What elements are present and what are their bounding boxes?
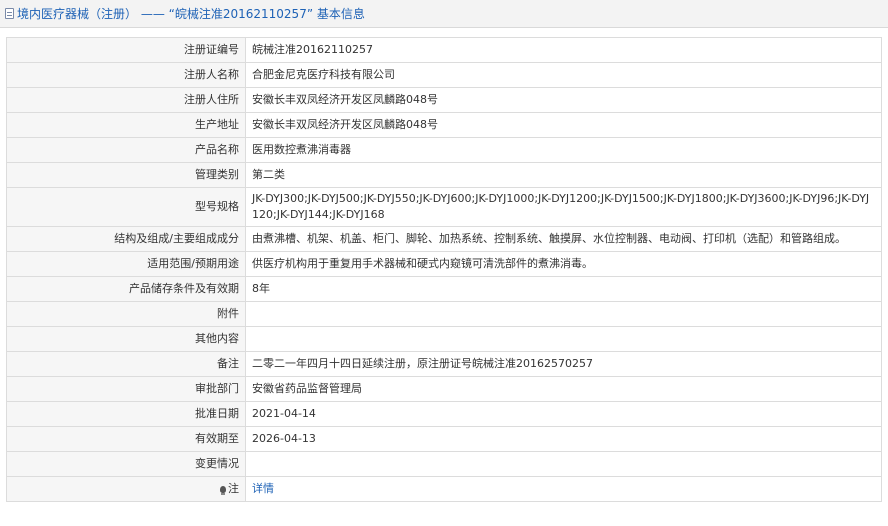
- document-icon: [5, 8, 14, 19]
- row-value: 合肥金尼克医疗科技有限公司: [245, 62, 882, 88]
- table-row: 产品名称 医用数控煮沸消毒器: [6, 137, 882, 163]
- row-value: 安徽省药品监督管理局: [245, 376, 882, 402]
- table-row: 结构及组成/主要组成成分 由煮沸槽、机架、机盖、柜门、脚轮、加热系统、控制系统、…: [6, 226, 882, 252]
- table-row: 备注 二零二一年四月十四日延续注册，原注册证号皖械注准20162570257: [6, 351, 882, 377]
- table-row: 变更情况: [6, 451, 882, 477]
- info-table: 注册证编号 皖械注准20162110257 注册人名称 合肥金尼克医疗科技有限公…: [6, 37, 882, 502]
- row-label: 审批部门: [6, 376, 246, 402]
- row-label: 注册人住所: [6, 87, 246, 113]
- row-label: 型号规格: [6, 187, 246, 227]
- row-label: 附件: [6, 301, 246, 327]
- row-value: 皖械注准20162110257: [245, 37, 882, 63]
- note-value-cell: 详情: [245, 476, 882, 502]
- row-value: 医用数控煮沸消毒器: [245, 137, 882, 163]
- table-row: 注册人住所 安徽长丰双凤经济开发区凤麟路048号: [6, 87, 882, 113]
- page-title: 境内医疗器械（注册） —— “皖械注准20162110257” 基本信息: [17, 7, 365, 21]
- note-label-cell: 注: [6, 476, 246, 502]
- row-value: [245, 451, 882, 477]
- row-value: 由煮沸槽、机架、机盖、柜门、脚轮、加热系统、控制系统、触摸屏、水位控制器、电动阀…: [245, 226, 882, 252]
- table-row: 注册证编号 皖械注准20162110257: [6, 37, 882, 63]
- table-row: 有效期至 2026-04-13: [6, 426, 882, 452]
- row-label: 变更情况: [6, 451, 246, 477]
- table-row: 附件: [6, 301, 882, 327]
- row-label: 生产地址: [6, 112, 246, 138]
- row-value: 安徽长丰双凤经济开发区凤麟路048号: [245, 87, 882, 113]
- row-value: 二零二一年四月十四日延续注册，原注册证号皖械注准20162570257: [245, 351, 882, 377]
- table-row: 审批部门 安徽省药品监督管理局: [6, 376, 882, 402]
- row-label: 结构及组成/主要组成成分: [6, 226, 246, 252]
- row-value: [245, 301, 882, 327]
- table-row: 适用范围/预期用途 供医疗机构用于重复用手术器械和硬式内窥镜可清洗部件的煮沸消毒…: [6, 251, 882, 277]
- lightbulb-icon: [220, 486, 226, 495]
- page-header: 境内医疗器械（注册） —— “皖械注准20162110257” 基本信息: [0, 0, 888, 28]
- table-row: 注册人名称 合肥金尼克医疗科技有限公司: [6, 62, 882, 88]
- row-value: [245, 326, 882, 352]
- row-label: 产品名称: [6, 137, 246, 163]
- note-label: 注: [228, 482, 239, 495]
- table-row: 生产地址 安徽长丰双凤经济开发区凤麟路048号: [6, 112, 882, 138]
- row-label: 管理类别: [6, 162, 246, 188]
- row-label: 其他内容: [6, 326, 246, 352]
- table-row: 管理类别 第二类: [6, 162, 882, 188]
- row-label: 产品储存条件及有效期: [6, 276, 246, 302]
- table-row: 产品储存条件及有效期 8年: [6, 276, 882, 302]
- details-link[interactable]: 详情: [252, 482, 274, 495]
- table-row-note: 注 详情: [6, 476, 882, 502]
- table-row: 型号规格 JK-DYJ300;JK-DYJ500;JK-DYJ550;JK-DY…: [6, 187, 882, 227]
- row-label: 注册人名称: [6, 62, 246, 88]
- row-value: 2021-04-14: [245, 401, 882, 427]
- table-row: 批准日期 2021-04-14: [6, 401, 882, 427]
- row-label: 批准日期: [6, 401, 246, 427]
- row-value: 供医疗机构用于重复用手术器械和硬式内窥镜可清洗部件的煮沸消毒。: [245, 251, 882, 277]
- row-value: JK-DYJ300;JK-DYJ500;JK-DYJ550;JK-DYJ600;…: [245, 187, 882, 227]
- row-value: 第二类: [245, 162, 882, 188]
- row-label: 适用范围/预期用途: [6, 251, 246, 277]
- row-value: 安徽长丰双凤经济开发区凤麟路048号: [245, 112, 882, 138]
- row-label: 注册证编号: [6, 37, 246, 63]
- row-value: 8年: [245, 276, 882, 302]
- row-value: 2026-04-13: [245, 426, 882, 452]
- table-row: 其他内容: [6, 326, 882, 352]
- row-label: 备注: [6, 351, 246, 377]
- row-label: 有效期至: [6, 426, 246, 452]
